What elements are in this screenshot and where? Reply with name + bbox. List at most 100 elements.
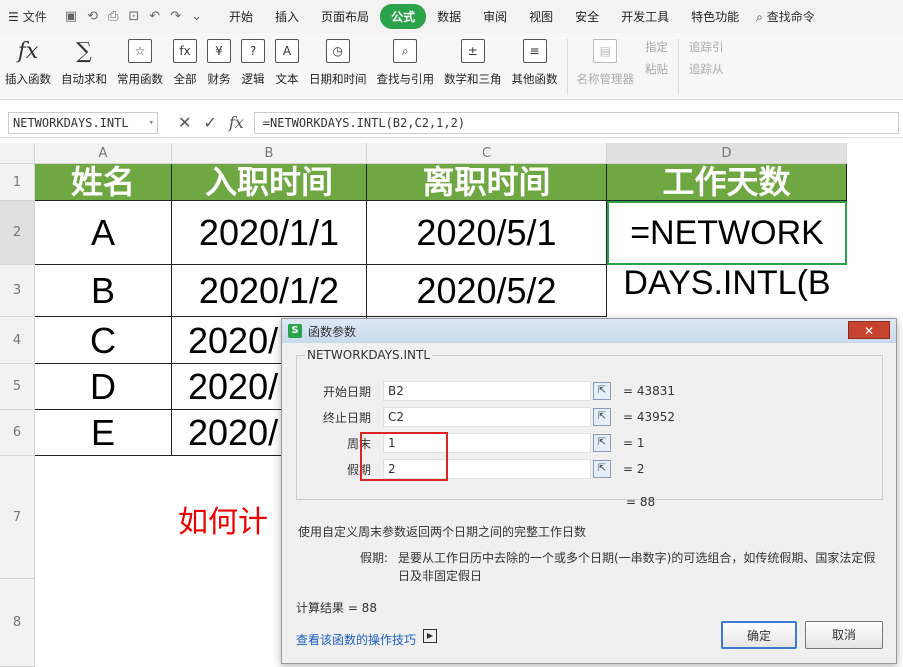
- column-header-c[interactable]: C: [367, 143, 607, 164]
- tab-data[interactable]: 数据: [426, 4, 472, 29]
- arg-input-start-date[interactable]: B2: [383, 381, 591, 401]
- trace-dependents-button[interactable]: 追踪从: [689, 61, 724, 77]
- function-total-result: = 88: [626, 495, 656, 509]
- preview-icon[interactable]: ⊡: [128, 9, 139, 24]
- math-label: 数学和三角: [444, 72, 502, 86]
- math-button[interactable]: ± 数学和三角: [439, 39, 507, 87]
- tab-home[interactable]: 开始: [218, 4, 264, 29]
- cell-a6[interactable]: E: [35, 410, 172, 456]
- file-menu-label: 文件: [22, 10, 47, 24]
- paste-name-button[interactable]: 粘贴: [645, 61, 668, 77]
- row-header-1[interactable]: 1: [0, 164, 35, 201]
- logic-button[interactable]: ? 逻辑: [236, 39, 270, 87]
- tab-features[interactable]: 特色功能: [680, 4, 750, 29]
- name-box[interactable]: NETWORKDAYS.INTL ▾: [8, 111, 158, 134]
- header-cell-workdays[interactable]: 工作天数: [607, 164, 847, 201]
- range-select-icon[interactable]: ⇱: [593, 408, 611, 426]
- cell-a5[interactable]: D: [35, 364, 172, 410]
- tab-formulas[interactable]: 公式: [380, 4, 427, 29]
- customize-dropdown-icon[interactable]: ⌄: [191, 9, 202, 24]
- chevron-down-icon[interactable]: ▾: [149, 113, 154, 133]
- autosum-button[interactable]: ∑ 自动求和: [56, 39, 112, 87]
- logic-icon: ?: [241, 39, 265, 63]
- share-icon[interactable]: ⟲: [87, 9, 98, 24]
- ok-button[interactable]: 确定: [721, 621, 797, 649]
- print-icon[interactable]: ⎙: [108, 9, 118, 24]
- formula-input[interactable]: =NETWORKDAYS.INTL(B2,C2,1,2): [253, 111, 899, 134]
- row-header-2[interactable]: 2: [0, 201, 35, 265]
- cell-c3[interactable]: 2020/5/2: [367, 265, 607, 317]
- tab-insert[interactable]: 插入: [264, 4, 310, 29]
- arg-result: = 1: [623, 436, 645, 450]
- tab-security[interactable]: 安全: [564, 4, 610, 29]
- tab-review[interactable]: 审阅: [472, 4, 518, 29]
- cancel-button[interactable]: 取消: [805, 621, 883, 649]
- all-functions-label: 全部: [173, 72, 197, 86]
- logic-label: 逻辑: [241, 72, 265, 86]
- dialog-titlebar[interactable]: S 函数参数: [282, 319, 896, 343]
- save-icon[interactable]: ▣: [65, 9, 77, 24]
- param-description-line1: 是要从工作日历中去除的一个或多个日期(一串数字)的可选组合，如传统假期、国家法定…: [398, 551, 876, 565]
- cell-a2[interactable]: A: [35, 201, 172, 265]
- cell-b2[interactable]: 2020/1/1: [172, 201, 367, 265]
- row-header-4[interactable]: 4: [0, 317, 35, 364]
- close-button[interactable]: ✕: [848, 321, 890, 339]
- tab-page-layout[interactable]: 页面布局: [310, 4, 380, 29]
- range-select-icon[interactable]: ⇱: [593, 434, 611, 452]
- cell-a3[interactable]: B: [35, 265, 172, 317]
- redo-icon[interactable]: ↷: [170, 9, 181, 24]
- video-icon[interactable]: ▶: [423, 629, 437, 643]
- row-header-7[interactable]: 7: [0, 456, 35, 579]
- header-cell-name[interactable]: 姓名: [35, 164, 172, 201]
- search-command[interactable]: ⌕ 查找命令: [756, 8, 815, 25]
- math-icon: ±: [460, 39, 485, 63]
- range-select-icon[interactable]: ⇱: [593, 460, 611, 478]
- confirm-icon[interactable]: ✓: [203, 113, 216, 132]
- header-cell-leave-date[interactable]: 离职时间: [367, 164, 607, 201]
- tab-view[interactable]: 视图: [518, 4, 564, 29]
- ribbon-trace-group: 追踪引 追踪从: [683, 39, 730, 77]
- more-functions-button[interactable]: ≡ 其他函数: [507, 39, 563, 87]
- common-functions-label: 常用函数: [117, 72, 163, 86]
- row-header-3[interactable]: 3: [0, 265, 35, 317]
- trace-precedents-button[interactable]: 追踪引: [689, 39, 724, 55]
- cell-d2-editing[interactable]: =NETWORK: [607, 201, 847, 265]
- tab-developer[interactable]: 开发工具: [610, 4, 680, 29]
- finance-button[interactable]: ¥ 财务: [202, 39, 236, 87]
- header-cell-hire-date[interactable]: 入职时间: [172, 164, 367, 201]
- finance-label: 财务: [207, 72, 231, 86]
- cell-d3-overflow[interactable]: DAYS.INTL(B: [607, 265, 847, 317]
- name-manager-button[interactable]: ▤ 名称管理器: [572, 39, 640, 87]
- undo-icon[interactable]: ↶: [149, 9, 160, 24]
- highlight-box: [360, 432, 448, 481]
- datetime-button[interactable]: ◷ 日期和时间: [304, 39, 372, 87]
- select-all-corner[interactable]: [0, 143, 35, 164]
- more-functions-label: 其他函数: [511, 72, 558, 86]
- column-header-a[interactable]: A: [35, 143, 172, 164]
- row-header-5[interactable]: 5: [0, 364, 35, 410]
- all-functions-button[interactable]: fx 全部: [168, 39, 202, 87]
- file-menu[interactable]: ☰ 文件: [0, 8, 55, 25]
- arg-row-holidays: 假期 2 ⇱ = 2: [297, 459, 645, 479]
- common-functions-button[interactable]: ☆ 常用函数: [112, 39, 168, 87]
- row-header-6[interactable]: 6: [0, 410, 35, 456]
- lookup-button[interactable]: ⌕ 查找与引用: [372, 39, 440, 87]
- column-header-b[interactable]: B: [172, 143, 367, 164]
- param-description-line2: 日及非固定假日: [398, 569, 483, 583]
- close-icon: ✕: [863, 324, 875, 338]
- cell-c2[interactable]: 2020/5/1: [367, 201, 607, 265]
- arg-input-end-date[interactable]: C2: [383, 407, 591, 427]
- row-header-8[interactable]: 8: [0, 579, 35, 667]
- range-select-icon[interactable]: ⇱: [593, 382, 611, 400]
- cell-b3[interactable]: 2020/1/2: [172, 265, 367, 317]
- cell-a4[interactable]: C: [35, 317, 172, 364]
- ribbon-separator: [566, 39, 568, 95]
- fx-icon[interactable]: fx: [229, 113, 244, 132]
- search-label: 查找命令: [766, 10, 815, 24]
- cancel-icon[interactable]: ✕: [178, 113, 191, 132]
- insert-function-button[interactable]: fx 插入函数: [0, 39, 56, 87]
- define-name-button[interactable]: 指定: [645, 39, 668, 55]
- help-link[interactable]: 查看该函数的操作技巧: [296, 631, 416, 648]
- column-header-d[interactable]: D: [607, 143, 847, 164]
- text-button[interactable]: A 文本: [270, 39, 304, 87]
